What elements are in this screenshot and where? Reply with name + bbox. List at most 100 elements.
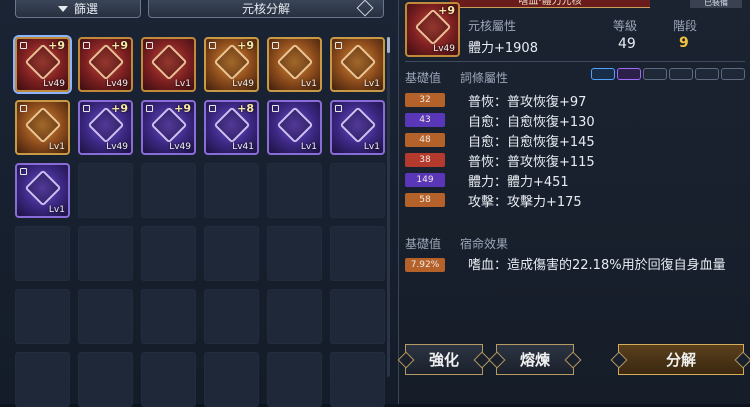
inventory-slot[interactable] [15, 352, 70, 407]
affix-text: 普恢：普攻恢復+97 [468, 94, 587, 110]
inventory-slot[interactable] [267, 226, 322, 281]
inventory-slot[interactable]: Lv1 [267, 37, 322, 92]
inventory-slot[interactable]: Lv1 [267, 100, 322, 155]
inventory-slot[interactable] [204, 352, 259, 407]
lock-icon [20, 168, 27, 175]
inventory-slot[interactable] [15, 226, 70, 281]
inventory-slot[interactable] [267, 163, 322, 218]
inventory-slot[interactable] [141, 352, 196, 407]
item-level: Lv41 [232, 142, 254, 152]
inventory-slot[interactable]: Lv1 [15, 100, 70, 155]
diamond-icon [356, 0, 374, 17]
affix-text: 體力：體力+451 [468, 174, 569, 190]
inventory-slot[interactable]: Lv1 [141, 37, 196, 92]
inventory-slot[interactable] [330, 289, 385, 344]
core-decompose-label: 元核分解 [241, 2, 290, 16]
gem-icon [276, 107, 313, 144]
affix-base-badge: 32 [405, 93, 445, 107]
core-item[interactable]: Lv1 [15, 100, 70, 155]
inventory-slot[interactable] [204, 163, 259, 218]
inventory-slot[interactable] [141, 289, 196, 344]
core-decompose-tab[interactable]: 元核分解 [148, 0, 384, 18]
scrollbar-thumb[interactable] [387, 37, 390, 53]
inventory-slot[interactable] [330, 352, 385, 407]
scrollbar-track[interactable] [387, 37, 390, 377]
core-item[interactable]: +9 Lv49 [15, 37, 70, 92]
core-item[interactable]: Lv1 [267, 37, 322, 92]
item-level: Lv1 [300, 79, 317, 89]
inventory-slot[interactable]: Lv1 [330, 37, 385, 92]
item-plus: +9 [111, 102, 128, 115]
item-level: Lv1 [174, 79, 191, 89]
lock-icon [272, 42, 279, 49]
selected-level: Lv49 [433, 44, 455, 54]
inventory-slot[interactable]: +9 Lv49 [78, 37, 133, 92]
item-plus: +9 [174, 102, 191, 115]
gem-icon [339, 107, 376, 144]
lock-icon [146, 42, 153, 49]
affix-row: 58 攻擊：攻擊力+175 [405, 192, 582, 210]
filter-tab[interactable]: 篩選 [15, 0, 141, 18]
core-item[interactable]: Lv1 [330, 37, 385, 92]
core-item[interactable]: Lv1 [141, 37, 196, 92]
core-item[interactable]: +8 Lv41 [204, 100, 259, 155]
core-item[interactable]: +9 Lv49 [141, 100, 196, 155]
lock-icon [272, 105, 279, 112]
core-item[interactable]: Lv1 [330, 100, 385, 155]
gem-icon [276, 44, 313, 81]
inventory-slot[interactable] [78, 163, 133, 218]
gem-icon [339, 44, 376, 81]
core-item[interactable]: Lv1 [267, 100, 322, 155]
affix-base-badge: 58 [405, 193, 445, 207]
core-item[interactable]: +9 Lv49 [78, 37, 133, 92]
inventory-slot[interactable] [78, 289, 133, 344]
inventory-slot[interactable]: +9 Lv49 [204, 37, 259, 92]
item-level: Lv49 [106, 79, 128, 89]
enhance-button[interactable]: 強化 [405, 344, 483, 375]
inventory-slot[interactable] [141, 163, 196, 218]
core-item[interactable]: +9 Lv49 [78, 100, 133, 155]
core-item[interactable]: +9 Lv49 [204, 37, 259, 92]
inventory-slot[interactable]: Lv1 [330, 100, 385, 155]
lock-icon [20, 105, 27, 112]
item-level: Lv49 [43, 79, 65, 89]
item-plus: +9 [111, 39, 128, 52]
inventory-slot[interactable] [267, 352, 322, 407]
affix-text: 自愈：自愈恢復+130 [468, 114, 595, 130]
affix-row: 38 普恢：普攻恢復+115 [405, 152, 595, 170]
lock-icon [335, 42, 342, 49]
inventory-slot[interactable]: +9 Lv49 [15, 37, 70, 92]
item-plus: +9 [48, 39, 65, 52]
inventory-slot[interactable]: +8 Lv41 [204, 100, 259, 155]
base-value-label: 基礎值 [405, 71, 442, 85]
lock-icon [335, 105, 342, 112]
selected-plus: +9 [438, 4, 455, 17]
inventory-slot[interactable] [78, 352, 133, 407]
inventory-slot[interactable] [330, 226, 385, 281]
decompose-button[interactable]: 分解 [618, 344, 744, 375]
lock-icon [20, 42, 27, 49]
stage-value: 9 [679, 35, 689, 51]
item-level: Lv1 [300, 142, 317, 152]
attr-label: 元核屬性 [468, 19, 517, 33]
core-item[interactable]: Lv1 [15, 163, 70, 218]
inventory-slot[interactable] [78, 226, 133, 281]
lock-icon [146, 105, 153, 112]
inventory-slot[interactable]: Lv1 [15, 163, 70, 218]
item-level: Lv1 [363, 79, 380, 89]
inventory-slot[interactable]: +9 Lv49 [141, 100, 196, 155]
smelt-button[interactable]: 熔煉 [496, 344, 574, 375]
inventory-slot[interactable] [141, 226, 196, 281]
inventory-slot[interactable] [204, 226, 259, 281]
inventory-slot[interactable] [204, 289, 259, 344]
inventory-slot[interactable] [267, 289, 322, 344]
stage-label: 階段 [673, 19, 698, 33]
inventory-slot[interactable] [330, 163, 385, 218]
destiny-label: 宿命效果 [460, 237, 509, 251]
item-level: Lv49 [106, 142, 128, 152]
selected-core-icon: +9 Lv49 [405, 2, 460, 57]
inventory-slot[interactable]: +9 Lv49 [78, 100, 133, 155]
inventory-slot[interactable] [15, 289, 70, 344]
level-value: 49 [618, 36, 636, 52]
lock-icon [209, 105, 216, 112]
